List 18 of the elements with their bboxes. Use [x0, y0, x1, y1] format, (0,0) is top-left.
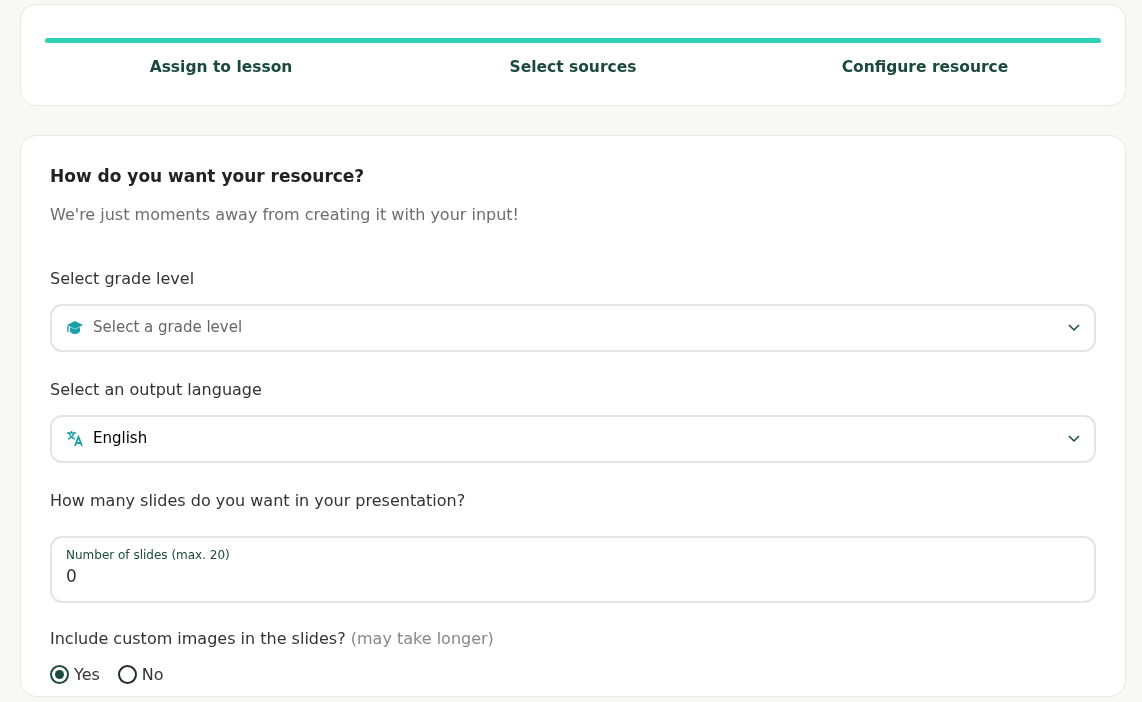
chevron-down-icon — [1068, 323, 1080, 332]
question-label: Include custom images in the slides? (may take longer) — [50, 627, 495, 650]
form-title: How do you want your resource? — [50, 166, 366, 187]
number-field[interactable]: Number of slides (max. 20) 0 — [50, 535, 1096, 603]
graduation-cap-icon — [66, 319, 84, 336]
select-dropdown[interactable]: English — [50, 414, 1096, 463]
radio-option[interactable]: Yes — [50, 662, 100, 687]
field-label: Select grade level — [50, 267, 196, 290]
chevron-down-icon — [1068, 434, 1080, 443]
form-subtitle: We're just moments away from creating it with your input! — [50, 203, 520, 226]
select-dropdown[interactable]: Select a grade level — [50, 303, 1096, 352]
step-label[interactable]: Select sources — [397, 56, 749, 80]
field-label: How many slides do you want in your presentation? — [50, 489, 467, 512]
translate-icon — [66, 430, 84, 448]
radio-option[interactable]: No — [117, 662, 164, 687]
field-label: Select an output language — [50, 378, 263, 401]
step-label[interactable]: Configure resource — [749, 56, 1101, 80]
step-label[interactable]: Assign to lesson — [45, 56, 397, 80]
